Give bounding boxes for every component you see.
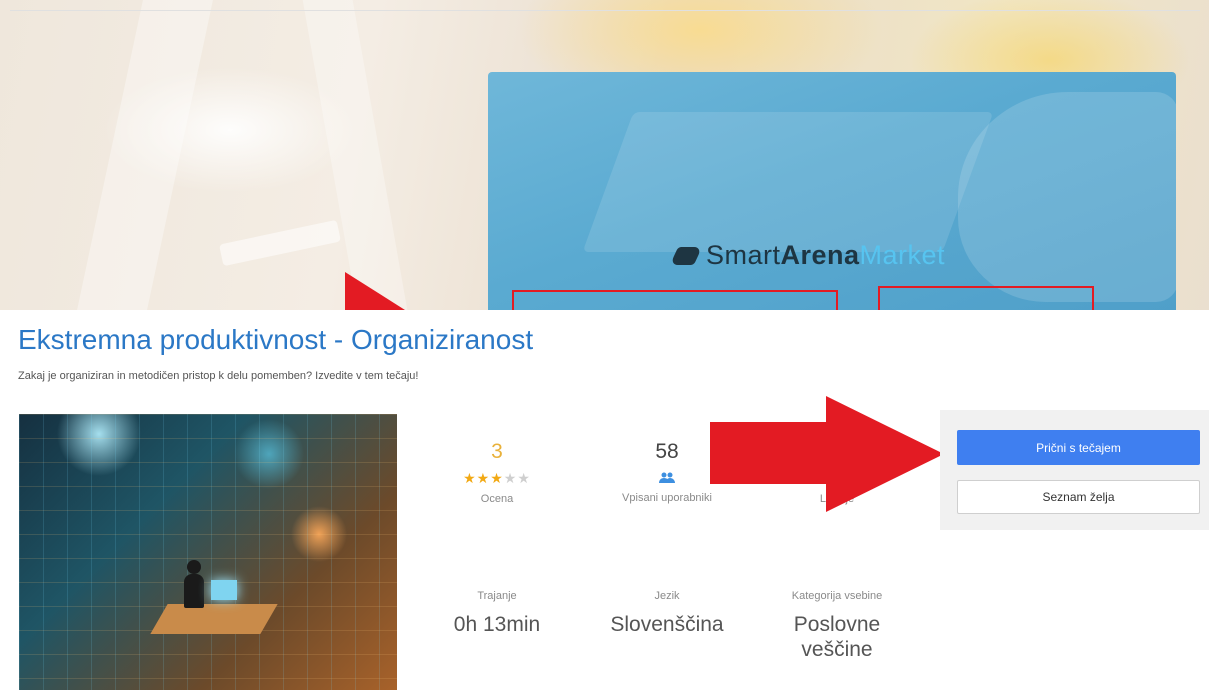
rating-value: 3 [491, 440, 503, 463]
thumbnail-person-head [187, 560, 201, 574]
thumbnail-grid [19, 414, 397, 690]
hero-banner: Smart Arena Market [0, 0, 1209, 310]
duration-label: Trajanje [477, 590, 517, 602]
category-value: Poslovne veščine [793, 613, 881, 661]
panel-decoration [582, 112, 994, 252]
meta-language: Jezik Slovenščina [582, 590, 752, 637]
star-filled-icon: ★ [463, 470, 477, 486]
language-value: Slovenščina [610, 613, 724, 636]
annotation-box [512, 290, 838, 310]
smartarenamarket-logo: Smart Arena Market [669, 240, 946, 271]
category-label: Kategorija vsebine [791, 590, 883, 602]
rating-label: Ocena [480, 493, 514, 505]
course-subtitle: Zakaj je organiziran in metodičen pristo… [18, 370, 419, 382]
logo-mark-icon [669, 246, 703, 265]
star-filled-icon: ★ [490, 470, 504, 486]
course-detail: Ekstremna produktivnost - Organiziranost… [0, 310, 1209, 695]
annotation-arrow-small [345, 272, 405, 310]
rating-stars: ★★★★★ [412, 470, 582, 487]
enroll-actions-card: Prični s tečajem Seznam želja [940, 410, 1209, 530]
thumbnail-screen [211, 580, 237, 600]
star-filled-icon: ★ [476, 470, 491, 486]
start-course-button[interactable]: Prični s tečajem [957, 430, 1200, 465]
panel-decoration [958, 92, 1176, 302]
logo-text-arena: Arena [780, 240, 860, 270]
meta-category: Kategorija vsebine Poslovne veščine [752, 590, 922, 662]
annotation-arrow-head [826, 396, 944, 512]
stat-rating: 3 ★★★★★ Ocena [412, 440, 582, 505]
logo-text-smart: Smart [706, 240, 781, 270]
wishlist-button[interactable]: Seznam želja [957, 480, 1200, 514]
star-empty-icon: ★ [503, 470, 518, 486]
annotation-box [878, 286, 1094, 310]
enrolled-label: Vpisani uporabniki [622, 492, 712, 504]
meta-duration: Trajanje 0h 13min [412, 590, 582, 637]
logo-text-market: Market [859, 240, 946, 270]
thumbnail-desk [150, 604, 278, 634]
course-thumbnail [19, 414, 397, 690]
banner-brand-panel: Smart Arena Market [488, 72, 1176, 310]
thumbnail-person [184, 574, 204, 608]
duration-value: 0h 13min [453, 613, 541, 636]
language-label: Jezik [654, 590, 680, 602]
course-title: Ekstremna produktivnost - Organiziranost [18, 324, 534, 355]
star-empty-icon: ★ [517, 470, 531, 486]
annotation-arrow-body [710, 422, 828, 484]
